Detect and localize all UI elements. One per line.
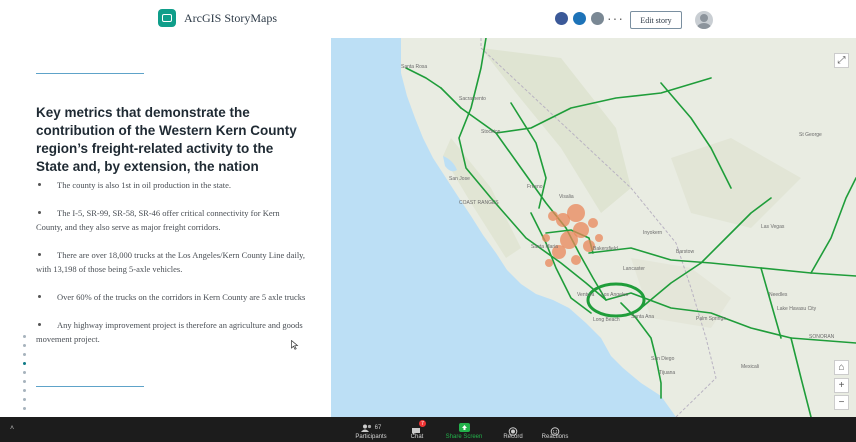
nav-dot[interactable] xyxy=(23,398,26,401)
place-label: Inyokern xyxy=(643,230,662,236)
link-icon[interactable] xyxy=(591,12,604,25)
nav-dot[interactable] xyxy=(23,335,26,338)
place-label: Lancaster xyxy=(623,266,645,272)
participants-count: 67 xyxy=(374,425,382,431)
volume-bubble xyxy=(556,213,570,227)
place-label: Las Vegas xyxy=(761,224,785,230)
map-canvas[interactable]: Santa Rosa Sacramento Stockton San Jose … xyxy=(331,38,856,417)
chat-badge: 7 xyxy=(419,420,426,427)
nav-dot[interactable] xyxy=(23,389,26,392)
place-label: Stockton xyxy=(481,129,501,135)
place-label: Lake Havasu City xyxy=(777,306,817,312)
storymaps-logo-icon xyxy=(158,9,176,27)
app-name: ArcGIS StoryMaps xyxy=(184,10,277,25)
edit-story-button[interactable]: Edit story xyxy=(630,11,682,29)
nav-dot[interactable] xyxy=(23,353,26,356)
story-nav-dots[interactable] xyxy=(23,335,28,416)
metrics-list: The county is also 1st in oil production… xyxy=(36,178,308,346)
place-label: Mexicali xyxy=(741,364,759,370)
volume-bubble xyxy=(571,255,581,265)
place-label: St George xyxy=(799,132,822,138)
place-label: Sacramento xyxy=(459,96,486,102)
story-heading: Key metrics that demonstrate the contrib… xyxy=(36,105,297,174)
place-label: San Jose xyxy=(449,176,470,182)
place-label: Needles xyxy=(769,292,788,298)
meeting-toolbar: ˄ 67 Participants 7 Chat Share Screen Re… xyxy=(0,417,856,442)
expand-icon[interactable]: ⤢ xyxy=(834,53,849,68)
place-label: Santa Ana xyxy=(631,314,654,320)
chat-button[interactable]: 7 Chat xyxy=(405,417,429,442)
place-label: Los Angeles xyxy=(601,292,629,298)
nav-dot[interactable] xyxy=(23,380,26,383)
place-label: Visalia xyxy=(559,194,574,200)
chat-icon: 7 xyxy=(411,420,426,435)
reactions-icon xyxy=(549,423,561,436)
nav-dot[interactable] xyxy=(23,344,26,347)
volume-bubble xyxy=(545,259,553,267)
list-item: Over 60% of the trucks on the corridors … xyxy=(36,290,308,304)
place-label: Bakersfield xyxy=(593,246,618,252)
facebook-icon[interactable] xyxy=(555,12,568,25)
volume-bubble xyxy=(588,218,598,228)
list-item: The county is also 1st in oil production… xyxy=(36,178,308,192)
participants-icon xyxy=(360,424,371,432)
nav-dot[interactable] xyxy=(23,407,26,410)
record-icon xyxy=(507,423,519,436)
list-item: Any highway improvement project is there… xyxy=(36,318,308,346)
share-screen-icon xyxy=(458,423,470,432)
place-label: Fresno xyxy=(527,184,543,190)
place-label: Palm Springs xyxy=(696,316,726,322)
place-label: Long Beach xyxy=(593,317,620,323)
place-label: San Diego xyxy=(651,356,675,362)
zoom-out-icon[interactable]: − xyxy=(834,395,849,410)
freight-map[interactable]: Santa Rosa Sacramento Stockton San Jose … xyxy=(331,38,856,417)
place-label: COAST RANGES xyxy=(459,200,499,206)
nav-dot[interactable] xyxy=(23,362,26,365)
list-item: There are over 18,000 trucks at the Los … xyxy=(36,248,308,276)
place-label: Ventura xyxy=(577,292,594,298)
brand[interactable]: ArcGIS StoryMaps xyxy=(158,9,277,27)
more-options-button[interactable]: ··· xyxy=(607,10,624,26)
home-icon[interactable]: ⌂ xyxy=(834,360,849,375)
storymap-header: ArcGIS StoryMaps ··· Edit story xyxy=(0,0,856,39)
list-item: The I-5, SR-99, SR-58, SR-46 offer criti… xyxy=(36,206,308,234)
nav-dot[interactable] xyxy=(23,371,26,374)
top-divider xyxy=(36,73,144,74)
share-screen-button[interactable]: Share Screen xyxy=(444,417,484,442)
reactions-button[interactable]: Reactions xyxy=(540,417,570,442)
land-area xyxy=(401,38,856,417)
share-screen-label: Share Screen xyxy=(445,434,483,440)
volume-bubble xyxy=(595,234,603,242)
mouse-cursor-icon xyxy=(291,340,299,350)
place-label: Barstow xyxy=(676,249,694,255)
place-label: Tijuana xyxy=(659,370,675,376)
zoom-in-icon[interactable]: + xyxy=(834,378,849,393)
bottom-divider xyxy=(36,386,144,387)
participants-label: Participants xyxy=(355,434,387,440)
record-button[interactable]: Record xyxy=(500,417,526,442)
volume-bubble xyxy=(548,211,558,221)
place-label: SONORAN xyxy=(809,334,835,340)
twitter-icon[interactable] xyxy=(573,12,586,25)
user-avatar[interactable] xyxy=(695,11,713,29)
place-label: Santa Maria xyxy=(531,244,558,250)
share-buttons xyxy=(555,12,604,25)
place-label: Santa Rosa xyxy=(401,64,427,70)
chevron-up-icon[interactable]: ˄ xyxy=(10,425,16,432)
story-panel: Key metrics that demonstrate the contrib… xyxy=(0,38,331,417)
volume-bubble xyxy=(542,234,550,242)
participants-button[interactable]: 67 Participants xyxy=(352,417,390,442)
